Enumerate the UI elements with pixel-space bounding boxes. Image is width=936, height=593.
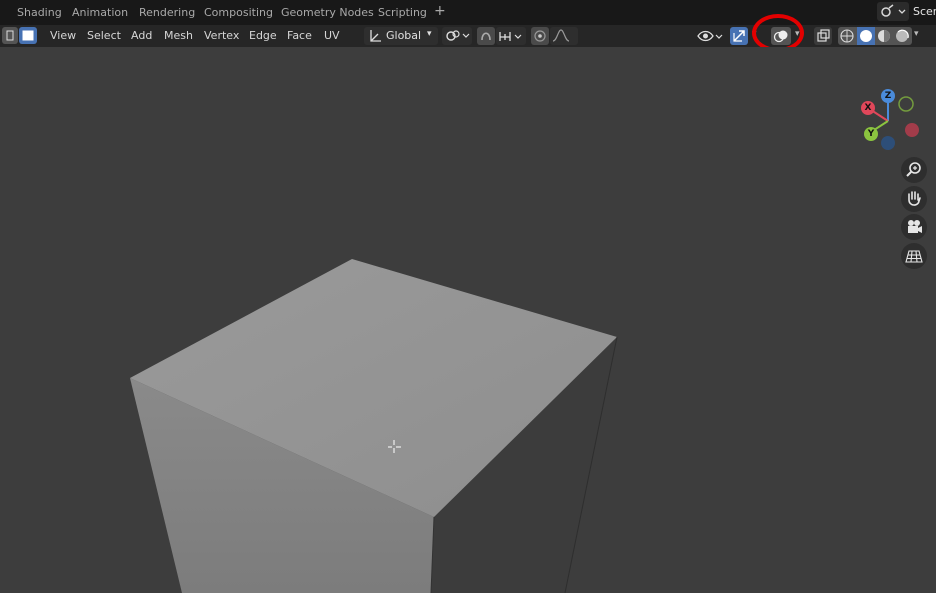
falloff-curve-icon xyxy=(552,29,570,42)
scene-icon xyxy=(881,4,906,17)
tab-geometry-nodes[interactable]: Geometry Nodes xyxy=(281,5,374,21)
gizmo-toggle-button[interactable] xyxy=(730,27,748,45)
xray-toggle-button[interactable] xyxy=(814,27,832,45)
highlight-annotation-circle xyxy=(752,14,804,52)
scene-name: Scen xyxy=(913,5,936,18)
select-mode-tweak-button[interactable] xyxy=(2,27,18,44)
menu-add[interactable]: Add xyxy=(131,29,152,43)
mode-selector-icon xyxy=(6,30,14,41)
scene-selector-button[interactable] xyxy=(877,2,909,21)
hand-pan-icon xyxy=(908,191,921,206)
tab-animation[interactable]: Animation xyxy=(72,5,128,21)
mirror-z-button[interactable]: Z xyxy=(824,53,838,69)
gizmo-x-axis[interactable]: X xyxy=(861,101,875,115)
zoom-button[interactable] xyxy=(901,157,927,183)
camera-view-button[interactable] xyxy=(901,214,927,240)
viewport-canvas xyxy=(0,47,936,593)
snap-increment-icon xyxy=(499,32,522,41)
mesh-symmetry-icon xyxy=(775,54,789,68)
menu-view[interactable]: View xyxy=(50,29,76,43)
snap-target-dropdown[interactable] xyxy=(496,27,526,45)
gizmo-z-axis[interactable]: Z xyxy=(881,89,895,103)
chevron-down-icon: ▾ xyxy=(427,29,432,39)
orientation-axes-icon xyxy=(370,30,381,42)
cube-left-face xyxy=(130,378,434,593)
transform-orientation-value: Global xyxy=(386,29,422,42)
pivot-point-dropdown[interactable] xyxy=(442,27,472,45)
zoom-icon xyxy=(906,162,921,177)
shading-modes-icon xyxy=(840,27,909,45)
menu-face[interactable]: Face xyxy=(287,29,312,43)
xray-icon xyxy=(817,29,830,42)
gizmo-icon xyxy=(733,30,745,42)
transform-orientation-dropdown[interactable]: Global ▾ xyxy=(364,27,438,45)
grid-view-icon xyxy=(905,250,923,263)
select-mode-box-button[interactable] xyxy=(19,27,37,44)
visibility-icon xyxy=(697,30,723,42)
mirror-y-button[interactable]: Y xyxy=(808,53,822,69)
tab-rendering[interactable]: Rendering xyxy=(139,5,195,21)
mirror-x-button[interactable]: X xyxy=(792,53,806,69)
options-label: Options xyxy=(876,54,919,67)
options-dropdown[interactable]: Options ▾ xyxy=(870,51,930,70)
box-select-icon xyxy=(22,30,34,41)
shading-mode-group xyxy=(838,27,912,45)
menu-uv[interactable]: UV xyxy=(324,29,340,43)
menu-mesh[interactable]: Mesh xyxy=(164,29,193,43)
menu-select[interactable]: Select xyxy=(87,29,121,43)
proportional-editing-button[interactable] xyxy=(531,27,549,45)
chevron-down-icon: ▾ xyxy=(919,55,924,65)
menu-edge[interactable]: Edge xyxy=(249,29,277,43)
shading-dropdown-arrow-icon[interactable]: ▾ xyxy=(914,29,919,39)
sidebar-toggle-icon[interactable]: ‹ xyxy=(928,85,932,96)
3d-cursor-icon xyxy=(388,440,401,453)
object-visibility-dropdown[interactable] xyxy=(695,27,725,45)
auto-merge-icon[interactable] xyxy=(847,53,863,69)
pivot-point-icon xyxy=(446,30,470,41)
menu-vertex[interactable]: Vertex xyxy=(204,29,239,43)
snap-icon xyxy=(481,32,491,41)
add-workspace-button[interactable]: + xyxy=(434,3,446,19)
cube-top-face xyxy=(130,259,617,517)
pan-button[interactable] xyxy=(901,186,927,212)
tab-scripting[interactable]: Scripting xyxy=(378,5,427,21)
tab-compositing[interactable]: Compositing xyxy=(204,5,273,21)
ortho-perspective-button[interactable] xyxy=(901,243,927,269)
proportional-editing-icon xyxy=(534,30,546,42)
proportional-falloff-dropdown[interactable] xyxy=(550,27,578,45)
camera-icon xyxy=(908,220,922,233)
cube-right-face xyxy=(431,337,617,593)
gizmo-y-axis[interactable]: Y xyxy=(864,127,878,141)
snap-toggle-button[interactable] xyxy=(477,27,495,45)
tab-shading[interactable]: Shading xyxy=(17,5,62,21)
